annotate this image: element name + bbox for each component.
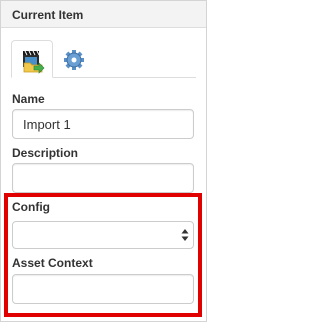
gear-icon [64,50,84,70]
current-item-panel: Current Item Name Import 1 Description C… [0,0,207,322]
name-label: Name [12,92,45,106]
name-field[interactable] [12,109,194,139]
panel-header: Current Item [1,1,206,28]
description-label: Description [12,146,79,160]
panel-title: Current Item [12,8,84,22]
tab-import[interactable] [11,40,53,78]
highlight-frame [4,193,202,317]
film-import-icon [23,50,45,74]
tab-settings[interactable] [54,40,94,78]
description-field[interactable] [12,163,194,193]
